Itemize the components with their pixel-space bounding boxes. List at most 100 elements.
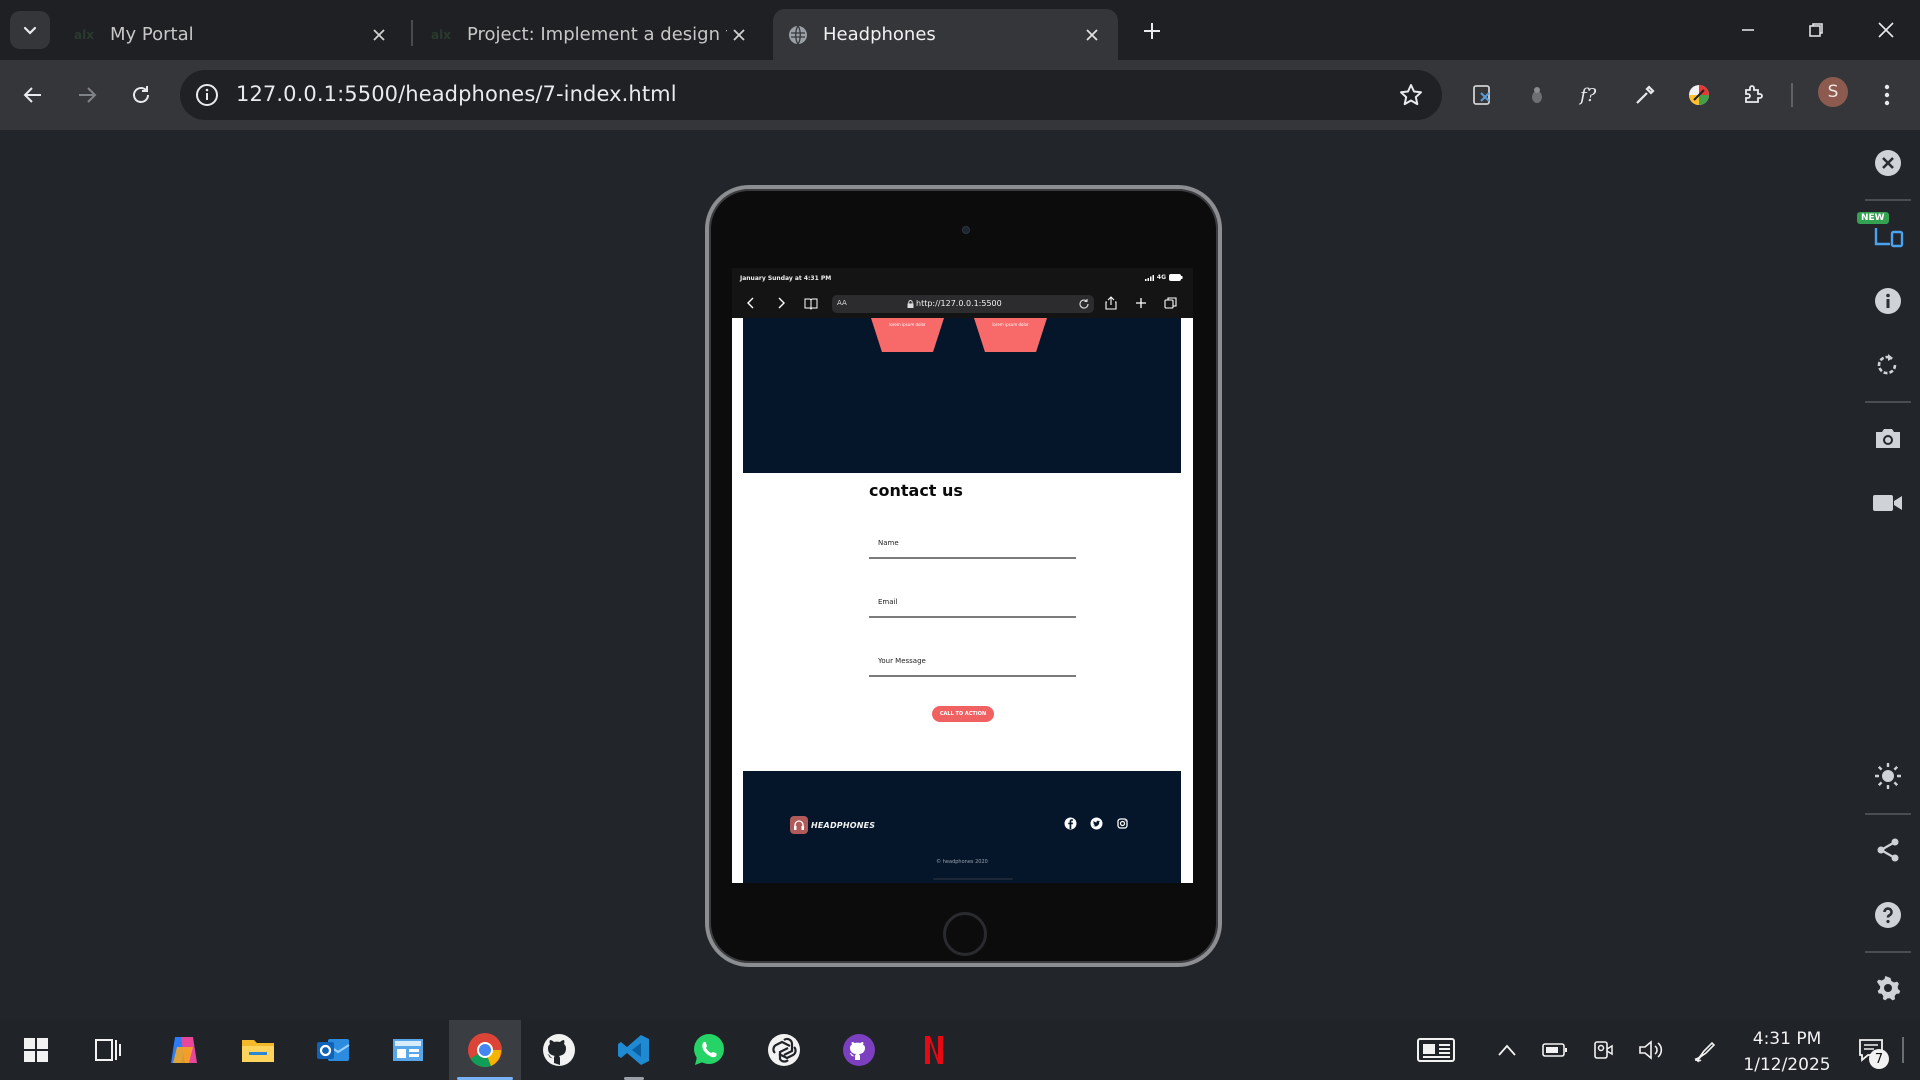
- rail-info-button[interactable]: [1868, 281, 1908, 321]
- rail-screenshot-button[interactable]: [1868, 418, 1908, 458]
- bookmark-star-icon[interactable]: [1398, 82, 1424, 108]
- safari-new-tab-icon[interactable]: [1134, 296, 1148, 310]
- copilot-icon: [171, 1037, 197, 1063]
- chrome-button[interactable]: [449, 1020, 521, 1080]
- netflix-icon: [925, 1036, 943, 1064]
- svg-text:alx: alx: [74, 28, 94, 42]
- menu-button[interactable]: [1870, 78, 1904, 112]
- kebab-menu-icon: [1884, 84, 1890, 106]
- extension-cloud-button[interactable]: [1520, 78, 1554, 112]
- safari-reload-icon[interactable]: [1078, 298, 1090, 310]
- web-page: lorem ipsum dolor lorem ipsum dolor cont…: [732, 318, 1193, 883]
- tab-my-portal[interactable]: alx My Portal: [60, 9, 405, 60]
- rail-brightness-button[interactable]: [1868, 756, 1908, 796]
- chrome-icon: [468, 1033, 502, 1068]
- page-footer: HEADPHONES © headphones 2020: [743, 771, 1181, 883]
- vscode-button[interactable]: [598, 1020, 670, 1080]
- chatgpt-icon: [768, 1034, 800, 1066]
- facebook-icon[interactable]: [1064, 817, 1077, 830]
- rail-share-button[interactable]: [1868, 830, 1908, 870]
- github-desktop-button[interactable]: [823, 1020, 895, 1080]
- safari-address-field[interactable]: AA http://127.0.0.1:5500: [832, 295, 1094, 313]
- safari-url: http://127.0.0.1:5500: [916, 299, 1002, 308]
- close-tab-icon[interactable]: [727, 23, 751, 47]
- message-field[interactable]: Your Message: [869, 647, 1076, 677]
- tab-project[interactable]: alx Project: Implement a design fro: [417, 9, 765, 60]
- clock-time: 4:31 PM: [1752, 1029, 1822, 1049]
- control-panel-button[interactable]: [372, 1020, 444, 1080]
- close-tab-icon[interactable]: [1080, 23, 1104, 47]
- taskbar-clock[interactable]: 4:31 PM 1/12/2025: [1742, 1026, 1832, 1078]
- file-explorer-button[interactable]: [222, 1020, 294, 1080]
- address-bar[interactable]: 127.0.0.1:5500/headphones/7-index.html: [180, 70, 1442, 120]
- rail-help-button[interactable]: [1868, 895, 1908, 935]
- show-desktop-button[interactable]: [1900, 1036, 1906, 1064]
- pen-tray[interactable]: [1690, 1036, 1720, 1064]
- outlook-button[interactable]: [297, 1020, 369, 1080]
- home-indicator: [933, 878, 1013, 880]
- tab-search-button[interactable]: [10, 11, 50, 49]
- share-icon[interactable]: [1104, 296, 1118, 310]
- forward-button[interactable]: [70, 78, 104, 112]
- github-button[interactable]: [523, 1020, 595, 1080]
- safari-forward-icon[interactable]: [774, 296, 788, 310]
- extension-eyedropper-button[interactable]: [1628, 78, 1662, 112]
- network-label: 4G: [1156, 274, 1166, 281]
- site-info-icon[interactable]: [194, 82, 220, 108]
- home-button[interactable]: [943, 912, 987, 956]
- extension-color-button[interactable]: [1682, 78, 1716, 112]
- task-view-icon: [95, 1039, 121, 1061]
- url-text[interactable]: 127.0.0.1:5500/headphones/7-index.html: [236, 82, 677, 106]
- battery-icon: [1169, 274, 1183, 281]
- bookmarks-book-icon[interactable]: [804, 296, 818, 310]
- safari-back-icon[interactable]: [744, 296, 758, 310]
- tab-headphones[interactable]: Headphones: [773, 9, 1118, 60]
- camera-tray[interactable]: [1588, 1036, 1618, 1064]
- rail-close-button[interactable]: [1868, 143, 1908, 183]
- close-window-button[interactable]: [1866, 14, 1906, 46]
- start-button[interactable]: [0, 1020, 72, 1080]
- rail-record-button[interactable]: [1868, 483, 1908, 523]
- hero-cta-right[interactable]: lorem ipsum dolor: [974, 318, 1047, 352]
- netflix-button[interactable]: [898, 1020, 970, 1080]
- close-tab-icon[interactable]: [367, 23, 391, 47]
- name-field[interactable]: Name: [869, 529, 1076, 559]
- back-button[interactable]: [16, 78, 50, 112]
- instagram-icon[interactable]: [1116, 817, 1129, 830]
- footer-brand[interactable]: HEADPHONES: [790, 816, 875, 834]
- tab-title: My Portal: [110, 24, 194, 45]
- minimize-button[interactable]: [1728, 14, 1768, 46]
- new-tab-button[interactable]: [1138, 17, 1166, 45]
- copilot-button[interactable]: [148, 1020, 220, 1080]
- news-widget-icon: [1417, 1038, 1455, 1062]
- rail-rotate-button[interactable]: [1868, 345, 1908, 385]
- reader-aa-label[interactable]: AA: [837, 299, 847, 307]
- tray-overflow-button[interactable]: [1492, 1036, 1522, 1064]
- tab-title: Project: Implement a design fro: [467, 24, 727, 45]
- battery-tray[interactable]: [1540, 1036, 1570, 1064]
- task-view-button[interactable]: [72, 1020, 144, 1080]
- volume-tray[interactable]: [1636, 1036, 1666, 1064]
- email-field[interactable]: Email: [869, 588, 1076, 618]
- chatgpt-button[interactable]: [748, 1020, 820, 1080]
- rail-responsive-button[interactable]: [1868, 215, 1908, 255]
- whatsapp-button[interactable]: [673, 1020, 745, 1080]
- extensions-button[interactable]: [1736, 78, 1770, 112]
- notification-count-badge: 7: [1869, 1049, 1889, 1069]
- extension-excel-button[interactable]: [1466, 78, 1500, 112]
- minimize-icon: [1742, 29, 1754, 31]
- reload-button[interactable]: [124, 78, 158, 112]
- hero-cta-left[interactable]: lorem ipsum dolor: [871, 318, 944, 352]
- message-placeholder: Your Message: [878, 657, 926, 665]
- rail-settings-button[interactable]: [1868, 968, 1908, 1008]
- signal-icon: [1144, 274, 1154, 281]
- excel-extension-icon: [1473, 85, 1490, 105]
- profile-avatar[interactable]: S: [1818, 77, 1848, 107]
- tabs-overview-icon[interactable]: [1164, 296, 1178, 310]
- extension-font-button[interactable]: f?: [1574, 78, 1608, 112]
- widgets-button[interactable]: [1415, 1036, 1457, 1064]
- toolbar-divider: [1791, 83, 1793, 107]
- submit-button[interactable]: CALL TO ACTION: [932, 706, 994, 722]
- restore-button[interactable]: [1796, 14, 1836, 46]
- twitter-icon[interactable]: [1090, 817, 1103, 830]
